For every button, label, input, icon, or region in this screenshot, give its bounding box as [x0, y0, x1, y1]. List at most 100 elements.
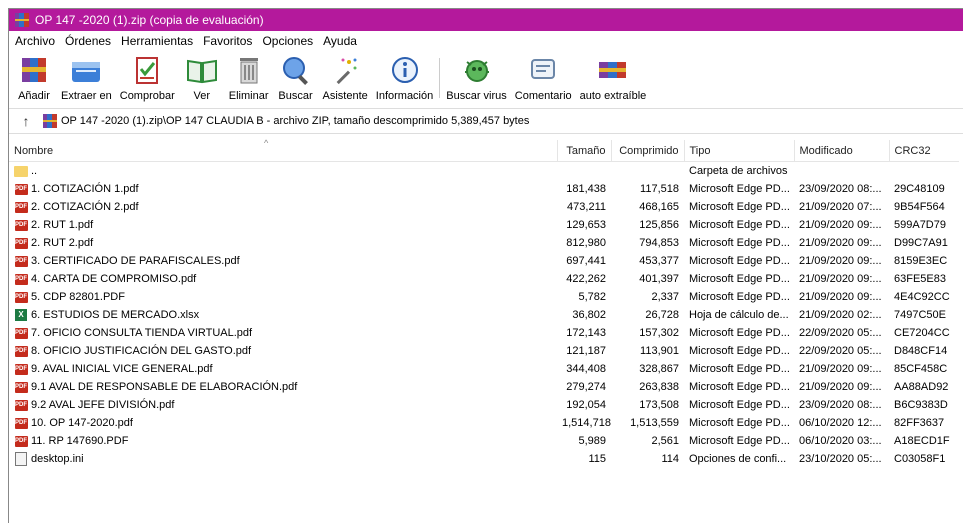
up-arrow-icon[interactable]: ↑: [9, 113, 43, 129]
file-name-cell: PDF 11. RP 147690.PDF: [9, 432, 557, 450]
sfx-button[interactable]: auto extraíble: [576, 50, 651, 108]
comment-button[interactable]: Comentario: [511, 50, 576, 108]
pdf-file-icon: PDF: [14, 327, 28, 339]
test-button[interactable]: Comprobar: [116, 50, 179, 108]
file-packed-size: 453,377: [639, 255, 679, 267]
file-modified: 06/10/2020 12:...: [799, 417, 882, 429]
file-crc: 599A7D79: [894, 219, 946, 231]
file-type: Microsoft Edge PD...: [689, 201, 790, 213]
menu-ordenes[interactable]: Órdenes: [60, 34, 116, 48]
find-icon: [282, 57, 308, 85]
comment-label: Comentario: [514, 90, 572, 102]
column-header-size[interactable]: Tamaño: [556, 140, 611, 162]
file-modified: 21/09/2020 09:...: [799, 237, 882, 249]
file-row[interactable]: PDF 3. CERTIFICADO DE PARAFISCALES.pdf 697…: [9, 252, 959, 270]
file-row[interactable]: PDF 2. COTIZACIÓN 2.pdf 473,211 468,165 Micr…: [9, 198, 959, 216]
column-header-packed[interactable]: Comprimido: [610, 140, 684, 162]
file-name: 9.2 AVAL JEFE DIVISIÓN.pdf: [31, 399, 175, 411]
file-row[interactable]: PDF 8. OFICIO JUSTIFICACIÓN DEL GASTO.pdf…: [9, 342, 959, 360]
archive-path[interactable]: OP 147 -2020 (1).zip\OP 147 CLAUDIA B - …: [43, 114, 529, 128]
file-row[interactable]: PDF 9.1 AVAL DE RESPONSABLE DE ELABORACIÓ…: [9, 378, 959, 396]
file-row[interactable]: X 6. ESTUDIOS DE MERCADO.xlsx 36,802 26,728…: [9, 306, 959, 324]
file-packed-size: 157,302: [639, 327, 679, 339]
file-packed-size: 2,337: [651, 291, 679, 303]
file-crc: D99C7A91: [894, 237, 948, 249]
wizard-button[interactable]: Asistente: [319, 50, 372, 108]
file-packed-size: 328,867: [639, 363, 679, 375]
menu-ayuda[interactable]: Ayuda: [318, 34, 362, 48]
test-icon: [136, 57, 159, 84]
view-button[interactable]: Ver: [179, 50, 225, 108]
file-type: Opciones de confi...: [689, 453, 787, 465]
pdf-file-icon: PDF: [14, 255, 28, 267]
winrar-icon: [15, 13, 29, 27]
comment-icon: [531, 59, 556, 79]
delete-button[interactable]: Eliminar: [225, 50, 273, 108]
sfx-icon: [598, 62, 626, 78]
file-row[interactable]: PDF 5. CDP 82801.PDF 5,782 2,337 Microsoft E…: [9, 288, 959, 306]
add-button[interactable]: Añadir: [11, 50, 57, 108]
column-header-modified[interactable]: Modificado: [793, 140, 889, 162]
menu-favoritos[interactable]: Favoritos: [198, 34, 257, 48]
info-button[interactable]: Información: [372, 50, 437, 108]
file-row[interactable]: PDF 7. OFICIO CONSULTA TIENDA VIRTUAL.pdf…: [9, 324, 959, 342]
file-size: 697,441: [566, 255, 606, 267]
file-row[interactable]: PDF 2. RUT 2.pdf 812,980 794,853 Microsoft E…: [9, 234, 959, 252]
menu-archivo[interactable]: Archivo: [9, 34, 60, 48]
extract-button[interactable]: Extraer en: [57, 50, 116, 108]
file-name-cell: PDF 9.1 AVAL DE RESPONSABLE DE ELABORACIÓ…: [9, 378, 557, 396]
file-name-cell: desktop.ini: [9, 450, 557, 468]
file-name-cell: PDF 7. OFICIO CONSULTA TIENDA VIRTUAL.pdf: [9, 324, 557, 342]
file-packed-size: 263,838: [639, 381, 679, 393]
file-modified: 21/09/2020 09:...: [799, 255, 882, 267]
file-row[interactable]: .. Carpeta de archivos: [9, 162, 959, 181]
file-row[interactable]: desktop.ini 115 114 Opciones de confi... 23/…: [9, 450, 959, 468]
pdf-file-icon: PDF: [14, 201, 28, 213]
file-crc: CE7204CC: [894, 327, 950, 339]
file-packed-size: 401,397: [639, 273, 679, 285]
file-crc: A18ECD1F: [894, 435, 950, 447]
sort-ascending-icon: ^: [264, 138, 269, 148]
file-type: Microsoft Edge PD...: [689, 417, 790, 429]
column-header-name[interactable]: Nombre ^: [9, 138, 557, 162]
title-bar: OP 147 -2020 (1).zip (copia de evaluació…: [9, 9, 963, 31]
file-row[interactable]: PDF 11. RP 147690.PDF 5,989 2,561 Microsoft …: [9, 432, 959, 450]
column-header-crc[interactable]: CRC32: [888, 140, 959, 162]
file-crc: C03058F1: [894, 453, 946, 465]
menu-bar: Archivo Órdenes Herramientas Favoritos O…: [9, 31, 963, 50]
file-size: 812,980: [566, 237, 606, 249]
virus-scan-button[interactable]: Buscar virus: [442, 50, 511, 108]
file-row[interactable]: PDF 2. RUT 1.pdf 129,653 125,856 Microsoft E…: [9, 216, 959, 234]
menu-opciones[interactable]: Opciones: [257, 34, 318, 48]
app-window: OP 147 -2020 (1).zip (copia de evaluació…: [8, 8, 963, 523]
file-packed-size: 117,518: [640, 183, 679, 195]
file-row[interactable]: PDF 1. COTIZACIÓN 1.pdf 181,438 117,518 Micr…: [9, 180, 959, 198]
file-size: 181,438: [566, 183, 606, 195]
file-name-cell: PDF 9.2 AVAL JEFE DIVISIÓN.pdf: [9, 396, 557, 414]
pdf-file-icon: PDF: [14, 417, 28, 429]
file-type: Microsoft Edge PD...: [689, 291, 790, 303]
file-modified: 21/09/2020 07:...: [799, 201, 882, 213]
file-name-cell: ..: [9, 162, 557, 181]
file-name-cell: PDF 2. RUT 2.pdf: [9, 234, 557, 252]
address-bar: ↑ OP 147 -2020 (1).zip\OP 147 CLAUDIA B …: [9, 108, 963, 134]
file-packed-size: [611, 162, 684, 181]
virus-scan-icon: [464, 60, 489, 82]
file-name: 5. CDP 82801.PDF: [31, 291, 125, 303]
file-row[interactable]: PDF 10. OP 147-2020.pdf 1,514,718 1,513,559…: [9, 414, 959, 432]
file-row[interactable]: PDF 4. CARTA DE COMPROMISO.pdf 422,262 401,…: [9, 270, 959, 288]
file-crc: D848CF14: [894, 345, 948, 357]
file-modified: 21/09/2020 09:...: [799, 363, 882, 375]
file-name-cell: PDF 8. OFICIO JUSTIFICACIÓN DEL GASTO.pdf: [9, 342, 557, 360]
file-name-cell: PDF 10. OP 147-2020.pdf: [9, 414, 557, 432]
find-button[interactable]: Buscar: [273, 50, 319, 108]
file-type: Microsoft Edge PD...: [689, 255, 790, 267]
menu-herramientas[interactable]: Herramientas: [116, 34, 198, 48]
file-name-cell: X 6. ESTUDIOS DE MERCADO.xlsx: [9, 306, 557, 324]
file-crc: 9B54F564: [894, 201, 945, 213]
column-header-type[interactable]: Tipo: [683, 140, 794, 162]
file-row[interactable]: PDF 9. AVAL INICIAL VICE GENERAL.pdf 344,4…: [9, 360, 959, 378]
file-row[interactable]: PDF 9.2 AVAL JEFE DIVISIÓN.pdf 192,054 173,…: [9, 396, 959, 414]
extract-icon: [72, 62, 101, 82]
file-modified: 21/09/2020 09:...: [799, 273, 882, 285]
